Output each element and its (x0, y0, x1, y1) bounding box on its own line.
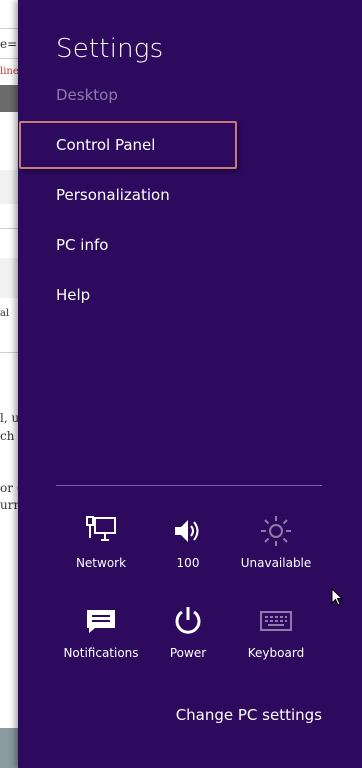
bg-divider (0, 228, 18, 229)
menu-item-control-panel[interactable]: Control Panel (56, 135, 155, 155)
network-icon (51, 512, 151, 550)
menu-item-personalization[interactable]: Personalization (56, 185, 170, 205)
network-button[interactable]: Network (51, 512, 151, 570)
brightness-label: Unavailable (240, 556, 312, 570)
bg-divider (0, 28, 18, 29)
notifications-button[interactable]: Notifications (51, 602, 151, 660)
bg-text: or ( (0, 481, 18, 495)
context-label: Desktop (56, 86, 118, 104)
menu-item-pc-info[interactable]: PC info (56, 235, 108, 255)
brightness-button[interactable]: Unavailable (226, 512, 326, 570)
power-icon (138, 602, 238, 640)
settings-panel: Settings Desktop Control Panel Personali… (18, 0, 362, 768)
brightness-icon (226, 512, 326, 550)
network-label: Network (75, 556, 127, 570)
menu-item-help[interactable]: Help (56, 285, 90, 305)
bg-text: line (0, 66, 18, 77)
keyboard-button[interactable]: Keyboard (226, 602, 326, 660)
power-label: Power (169, 646, 207, 660)
notifications-label: Notifications (63, 646, 139, 660)
bg-text: e= (0, 37, 18, 51)
bg-text: ch (0, 429, 15, 443)
bg-toolbar (0, 85, 18, 112)
keyboard-icon (226, 602, 326, 640)
change-pc-settings-link[interactable]: Change PC settings (176, 706, 322, 724)
bg-text: al (0, 308, 10, 319)
notifications-icon (51, 602, 151, 640)
volume-button[interactable]: 100 (138, 512, 238, 570)
background-page: e= line al l, u ch or ( urn (0, 0, 18, 768)
bg-panel (0, 170, 18, 204)
bg-text: l, u (0, 411, 18, 425)
bg-text: urn (0, 498, 18, 512)
bg-image (0, 728, 18, 768)
divider (56, 485, 322, 486)
bg-divider (0, 352, 18, 353)
volume-label: 100 (176, 556, 200, 570)
power-button[interactable]: Power (138, 602, 238, 660)
bg-divider (0, 58, 18, 59)
volume-icon (138, 512, 238, 550)
mouse-cursor-icon (331, 587, 344, 610)
panel-title: Settings (56, 34, 164, 64)
keyboard-label: Keyboard (247, 646, 305, 660)
bg-panel (0, 258, 18, 298)
